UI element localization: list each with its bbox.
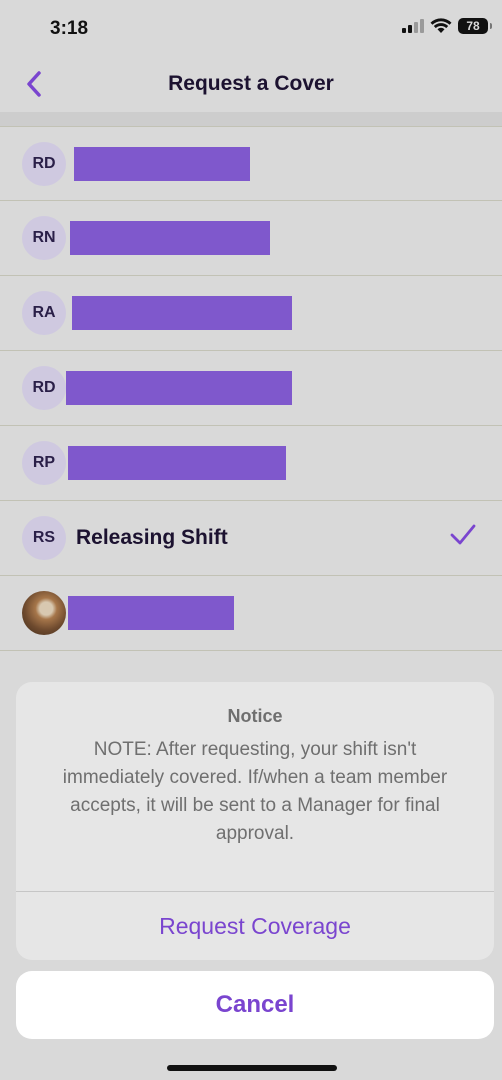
battery-icon: 78: [458, 18, 492, 34]
redacted-name: [72, 296, 292, 330]
list-item[interactable]: RA: [0, 276, 502, 351]
redacted-name: [66, 371, 292, 405]
status-time: 3:18: [50, 18, 89, 39]
list-item[interactable]: RN: [0, 201, 502, 276]
redacted-name: [74, 146, 250, 181]
wifi-icon: [430, 18, 452, 33]
header-divider: [0, 112, 502, 126]
notice-title: Notice: [227, 706, 283, 726]
avatar: RN: [22, 216, 66, 260]
signal-icon: [402, 19, 424, 33]
list-item[interactable]: [0, 576, 502, 651]
avatar: RD: [22, 141, 66, 186]
nav-bar: Request a Cover: [0, 56, 502, 112]
avatar: RA: [22, 291, 66, 335]
notice-action-sheet: Notice NOTE: After requesting, your shif…: [16, 682, 494, 960]
page-title: Request a Cover: [168, 72, 334, 95]
avatar: RD: [22, 366, 66, 410]
redacted-name: [68, 446, 286, 480]
redacted-name: [70, 221, 270, 255]
list-item[interactable]: RD: [0, 351, 502, 426]
redacted-name: [68, 596, 234, 630]
home-indicator: [167, 1065, 337, 1071]
coworker-list: RD RN RA RD RP RS Releasing Shift: [0, 126, 502, 726]
status-icons: 78: [402, 18, 492, 34]
list-item-selected[interactable]: RS Releasing Shift: [0, 501, 502, 576]
status-bar: 3:18 78: [0, 0, 502, 56]
list-item[interactable]: RP: [0, 426, 502, 501]
notice-message: NOTE: After requesting, your shift isn't…: [62, 739, 448, 844]
request-coverage-button[interactable]: Request Coverage: [16, 892, 494, 960]
list-item-name: Releasing Shift: [76, 526, 228, 549]
avatar-photo: [22, 591, 66, 635]
checkmark-icon: [450, 524, 476, 545]
cancel-button[interactable]: Cancel: [16, 971, 494, 1039]
list-item[interactable]: RD: [0, 126, 502, 201]
avatar: RP: [22, 441, 66, 485]
avatar: RS: [22, 516, 66, 560]
